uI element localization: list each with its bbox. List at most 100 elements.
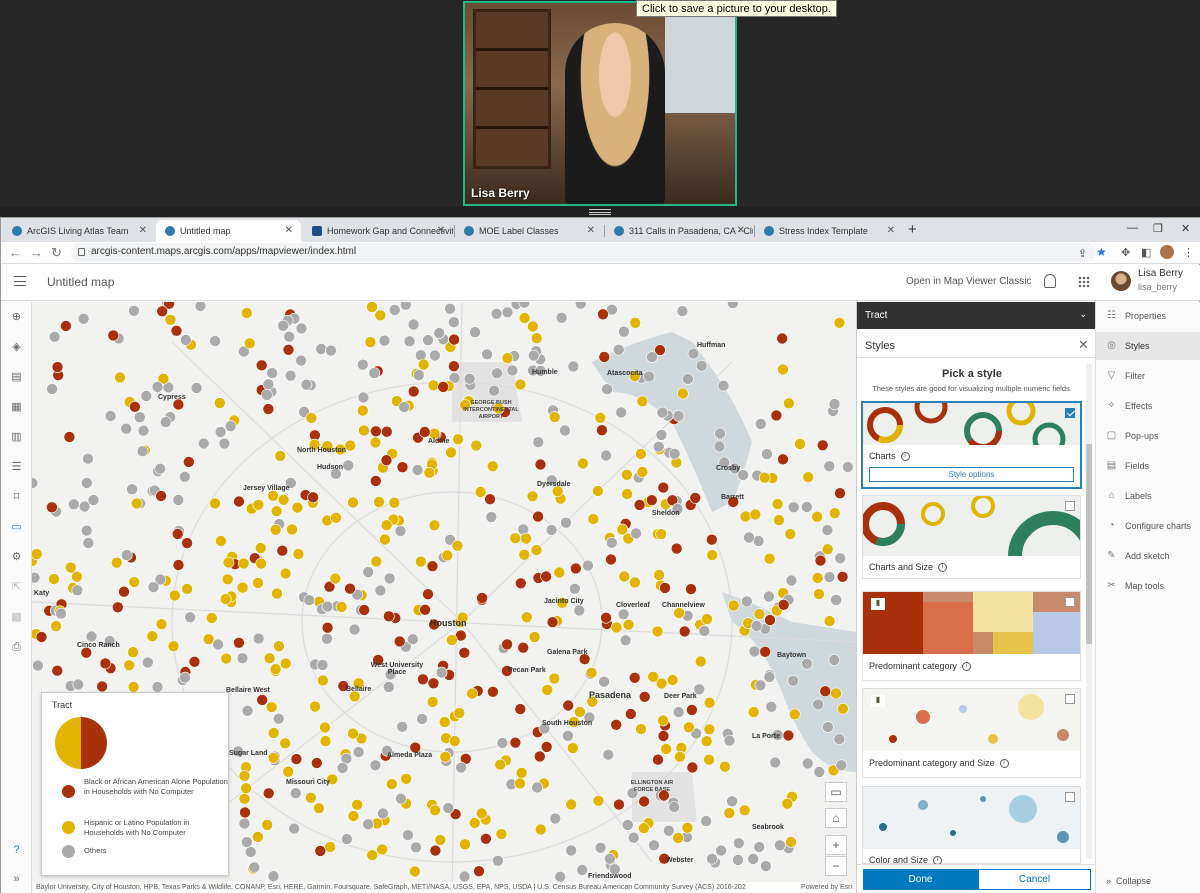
cancel-button[interactable]: Cancel (978, 869, 1091, 890)
tract-pie-symbol[interactable] (366, 849, 379, 862)
tract-pie-symbol[interactable] (321, 621, 334, 634)
tract-pie-symbol[interactable] (546, 616, 559, 629)
tract-pie-symbol[interactable] (526, 490, 539, 503)
splitter-grip-icon[interactable] (589, 209, 611, 215)
tract-pie-symbol[interactable] (270, 505, 283, 517)
tract-pie-symbol[interactable] (830, 594, 842, 606)
tract-pie-symbol[interactable] (459, 838, 471, 851)
tract-pie-symbol[interactable] (380, 454, 393, 466)
tract-pie-symbol[interactable] (466, 687, 478, 700)
tract-pie-symbol[interactable] (794, 438, 806, 450)
tract-pie-symbol[interactable] (616, 523, 629, 536)
tract-pie-symbol[interactable] (369, 759, 382, 772)
tract-pie-symbol[interactable] (319, 735, 332, 747)
tract-pie-symbol[interactable] (378, 334, 391, 347)
tract-pie-symbol[interactable] (261, 819, 273, 831)
tract-pie-symbol[interactable] (48, 330, 61, 343)
tract-pie-symbol[interactable] (181, 583, 193, 595)
tract-pie-symbol[interactable] (657, 714, 669, 727)
tract-pie-symbol[interactable] (423, 467, 436, 479)
tract-pie-symbol[interactable] (304, 791, 317, 804)
tract-pie-symbol[interactable] (723, 734, 736, 747)
tract-pie-symbol[interactable] (605, 536, 618, 549)
tract-pie-symbol[interactable] (811, 510, 824, 523)
tract-pie-symbol[interactable] (468, 817, 481, 829)
tract-pie-symbol[interactable] (393, 635, 406, 648)
tract-pie-symbol[interactable] (252, 499, 265, 511)
scrollbar-thumb[interactable] (1086, 444, 1092, 644)
tract-pie-symbol[interactable] (282, 765, 295, 778)
tract-pie-symbol[interactable] (469, 326, 481, 339)
tract-pie-symbol[interactable] (515, 767, 528, 779)
tract-pie-symbol[interactable] (567, 360, 580, 373)
tract-pie-symbol[interactable] (314, 845, 327, 857)
style-card-predominant-category-and-size[interactable]: ▮ Predominant category and Size i (862, 688, 1081, 778)
tract-pie-symbol[interactable] (128, 576, 140, 588)
tract-pie-symbol[interactable] (659, 582, 671, 594)
tract-pie-symbol[interactable] (777, 598, 790, 611)
tract-pie-symbol[interactable] (747, 853, 760, 865)
tract-pie-symbol[interactable] (112, 601, 124, 614)
tract-pie-symbol[interactable] (695, 359, 708, 372)
close-tab-icon[interactable]: ✕ (437, 225, 445, 236)
tract-pie-symbol[interactable] (565, 798, 578, 811)
tract-pie-symbol[interactable] (295, 322, 308, 335)
tract-pie-symbol[interactable] (179, 471, 191, 483)
extensions-icon[interactable]: ✥ (1121, 246, 1130, 259)
tract-pie-symbol[interactable] (592, 794, 605, 807)
minimize-icon[interactable]: — (1127, 222, 1138, 234)
tract-pie-symbol[interactable] (463, 373, 476, 385)
tract-pie-symbol[interactable] (426, 560, 439, 573)
tract-pie-symbol[interactable] (352, 746, 365, 758)
tract-pie-symbol[interactable] (706, 852, 718, 865)
zoom-in-button[interactable]: + (825, 835, 847, 855)
powered-by-esri[interactable]: Powered by Esri (801, 884, 852, 891)
tract-pie-symbol[interactable] (830, 687, 842, 700)
tract-pie-symbol[interactable] (442, 802, 455, 814)
tract-pie-symbol[interactable] (370, 425, 382, 438)
url-text[interactable]: arcgis-content.maps.arcgis.com/apps/mapv… (91, 246, 356, 257)
tract-pie-symbol[interactable] (407, 385, 420, 398)
tract-pie-symbol[interactable] (369, 436, 382, 449)
tract-pie-symbol[interactable] (214, 426, 227, 438)
tract-pie-symbol[interactable] (181, 537, 193, 549)
tract-pie-symbol[interactable] (835, 759, 848, 772)
tract-pie-symbol[interactable] (134, 411, 146, 423)
tract-pie-symbol[interactable] (209, 335, 221, 347)
tract-pie-symbol[interactable] (573, 604, 586, 617)
tract-pie-symbol[interactable] (347, 496, 359, 509)
tract-pie-symbol[interactable] (351, 798, 364, 811)
info-icon[interactable]: i (900, 452, 910, 462)
tract-pie-symbol[interactable] (821, 524, 834, 536)
tract-pie-symbol[interactable] (362, 566, 375, 578)
tract-pie-symbol[interactable] (627, 831, 640, 844)
tract-pie-symbol[interactable] (107, 329, 120, 342)
tract-pie-symbol[interactable] (553, 566, 566, 579)
tract-pie-symbol[interactable] (822, 721, 834, 733)
tract-pie-symbol[interactable] (279, 737, 291, 750)
tract-pie-symbol[interactable] (534, 458, 547, 471)
tract-pie-symbol[interactable] (244, 846, 257, 858)
tract-pie-symbol[interactable] (276, 544, 289, 557)
tract-pie-symbol[interactable] (548, 411, 561, 423)
tract-pie-symbol[interactable] (501, 352, 514, 364)
tract-pie-symbol[interactable] (717, 379, 730, 392)
tract-pie-symbol[interactable] (514, 703, 527, 715)
tract-pie-symbol[interactable] (732, 854, 744, 866)
tract-pie-symbol[interactable] (32, 571, 41, 584)
tract-pie-symbol[interactable] (492, 854, 504, 867)
tract-pie-symbol[interactable] (46, 383, 58, 395)
tract-pie-symbol[interactable] (811, 572, 824, 584)
tract-pie-symbol[interactable] (596, 424, 608, 436)
tract-pie-symbol[interactable] (438, 716, 451, 728)
forward-icon[interactable]: → (30, 245, 43, 260)
tract-pie-symbol[interactable] (194, 302, 207, 312)
tract-pie-symbol[interactable] (652, 753, 664, 766)
legend-icon[interactable]: ☰ (10, 462, 23, 473)
tract-pie-symbol[interactable] (686, 704, 698, 716)
tract-pie-symbol[interactable] (272, 712, 285, 725)
bell-icon[interactable] (1044, 274, 1056, 288)
tract-pie-symbol[interactable] (528, 631, 541, 643)
tract-pie-symbol[interactable] (358, 604, 371, 616)
chevron-down-icon[interactable]: ⌄ (1079, 309, 1087, 320)
